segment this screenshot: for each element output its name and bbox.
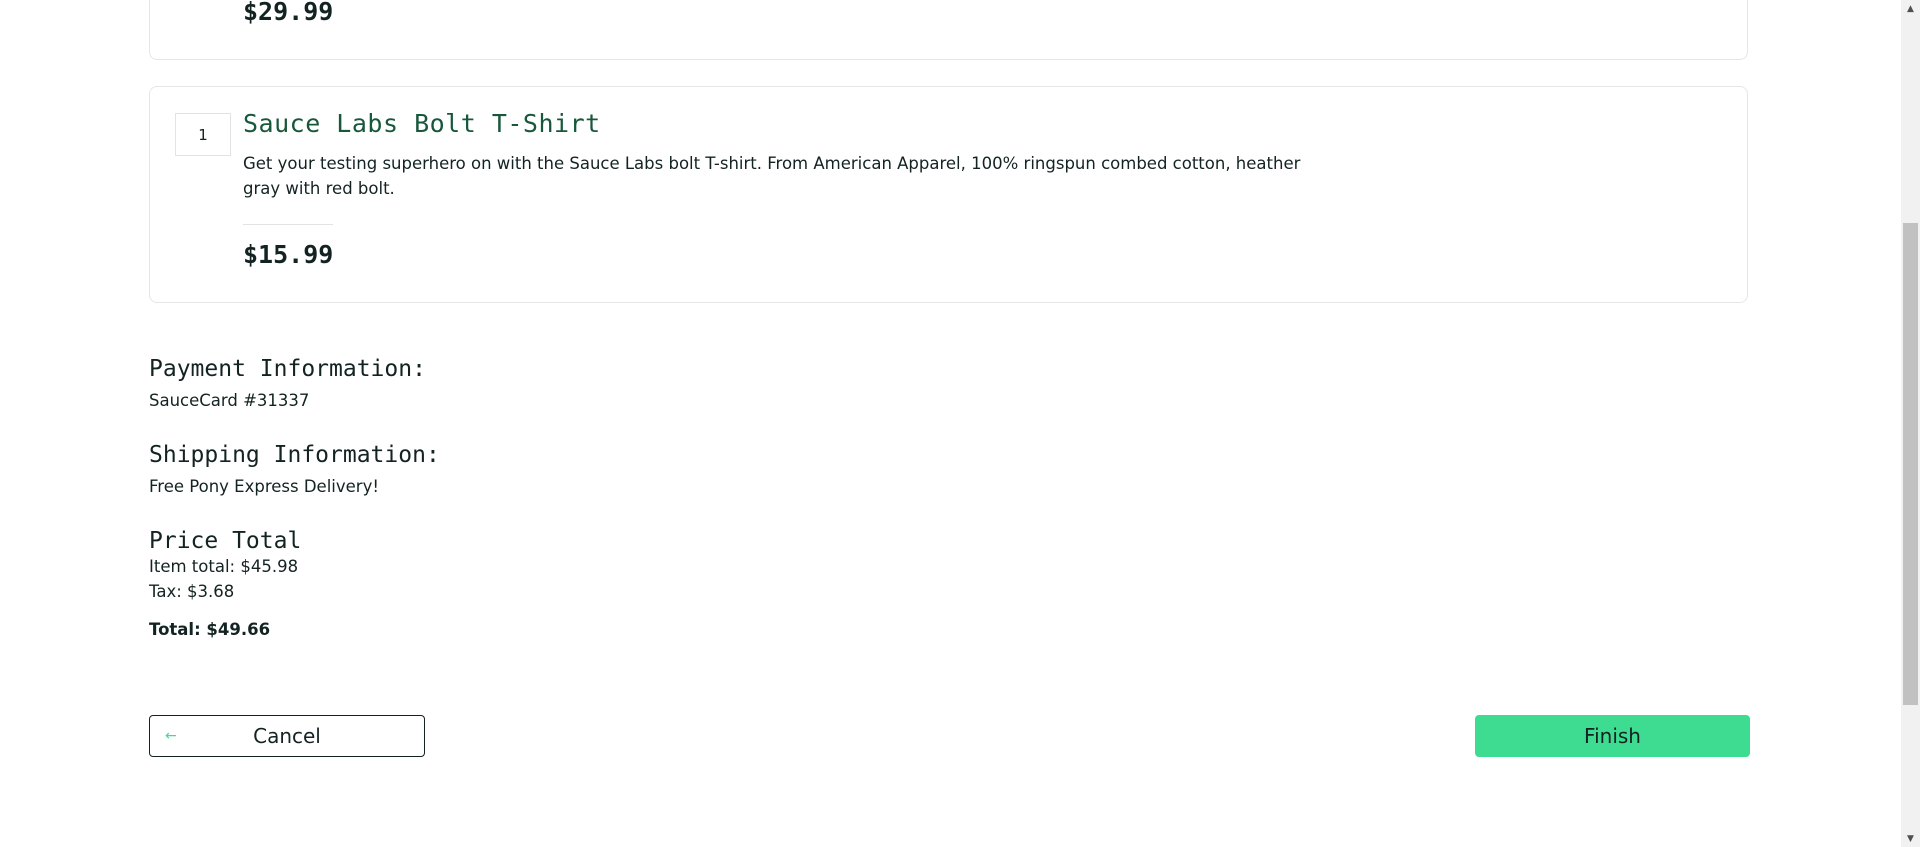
grand-total: Total: $49.66 xyxy=(149,620,271,639)
scrollbar-thumb[interactable] xyxy=(1903,223,1918,705)
item-price: $15.99 xyxy=(243,240,334,269)
item-price: $29.99 xyxy=(243,0,334,26)
cancel-button-label: Cancel xyxy=(253,724,321,748)
shipping-info-heading: Shipping Information: xyxy=(149,442,440,468)
item-quantity: 1 xyxy=(175,113,231,156)
payment-info-value: SauceCard #31337 xyxy=(149,391,310,410)
tax-value: Tax: $3.68 xyxy=(149,582,235,601)
finish-button-label: Finish xyxy=(1584,724,1641,748)
cancel-button[interactable]: ← Cancel xyxy=(149,715,425,757)
vertical-scrollbar[interactable]: ▲ ▼ xyxy=(1901,0,1920,847)
scroll-down-icon[interactable]: ▼ xyxy=(1901,830,1920,847)
arrow-left-icon: ← xyxy=(165,728,177,744)
item-description: Get your testing superhero on with the S… xyxy=(243,154,1301,198)
item-divider xyxy=(243,224,333,225)
price-total-heading: Price Total xyxy=(149,528,302,554)
checkout-overview-page: $29.99 1 Sauce Labs Bolt T-Shirt Get you… xyxy=(0,0,1920,847)
payment-info-heading: Payment Information: xyxy=(149,356,426,382)
scroll-up-icon[interactable]: ▲ xyxy=(1901,0,1920,17)
finish-button[interactable]: Finish xyxy=(1475,715,1750,757)
shipping-info-value: Free Pony Express Delivery! xyxy=(149,477,379,496)
item-total: Item total: $45.98 xyxy=(149,557,299,576)
cart-item-previous: $29.99 xyxy=(149,0,1748,60)
item-name-link[interactable]: Sauce Labs Bolt T-Shirt xyxy=(243,109,601,138)
cart-item: 1 Sauce Labs Bolt T-Shirt Get your testi… xyxy=(149,86,1748,303)
